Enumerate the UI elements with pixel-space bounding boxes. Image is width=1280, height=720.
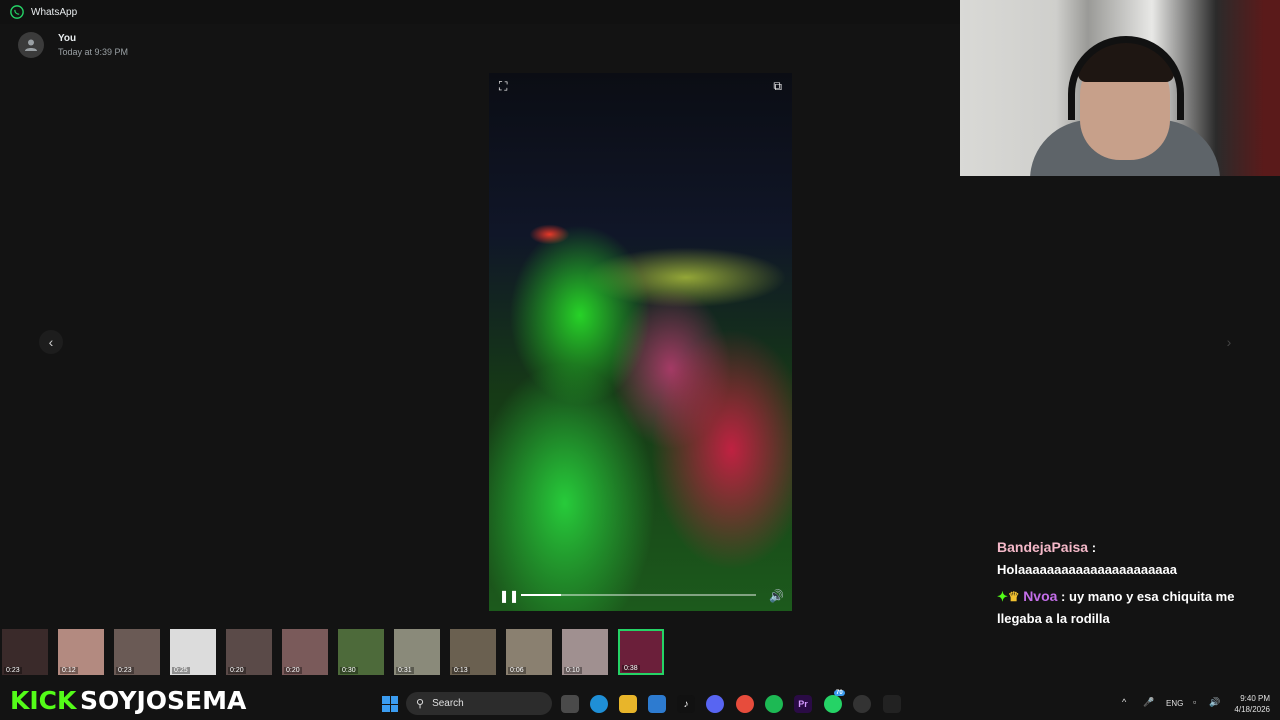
whatsapp-taskbar-icon[interactable]: 70 <box>824 690 845 713</box>
thumbnail-duration: 0:23 <box>116 667 134 674</box>
media-thumbnail[interactable]: 0:31 <box>394 629 440 675</box>
media-thumbnail[interactable]: 0:06 <box>506 629 552 675</box>
headset-icon <box>1068 36 1184 120</box>
media-thumbnail[interactable]: 0:20 <box>282 629 328 675</box>
thumbnail-duration: 0:31 <box>396 667 414 674</box>
chat-separator: : <box>1091 540 1097 555</box>
file-explorer-icon[interactable] <box>619 695 637 713</box>
media-thumbnail[interactable]: 0:30 <box>338 629 384 675</box>
whatsapp-icon <box>10 5 24 19</box>
chevron-right-icon: › <box>1226 334 1232 350</box>
notification-badge: 70 <box>834 690 845 696</box>
fullscreen-icon[interactable]: ⛶ <box>499 79 507 94</box>
language-indicator[interactable]: ENG <box>1166 699 1183 708</box>
media-thumbnail[interactable]: 0:10 <box>562 629 608 675</box>
media-thumbnail[interactable]: 0:20 <box>226 629 272 675</box>
thumbnail-duration: 0:38 <box>622 665 640 672</box>
chat-username: BandejaPaisa <box>997 539 1089 555</box>
windows-start-icon[interactable] <box>382 696 398 712</box>
chat-badge-icon: ✦ <box>997 589 1008 604</box>
previous-media-button[interactable]: ‹ <box>39 330 63 354</box>
speaker-icon[interactable]: 🔊 <box>1209 697 1220 708</box>
store-icon[interactable] <box>648 695 666 713</box>
webcam-overlay <box>960 0 1280 176</box>
chrome-icon[interactable] <box>736 695 754 713</box>
discord-icon[interactable] <box>706 695 724 713</box>
search-icon: ⚲ <box>416 698 425 710</box>
thumbnail-duration: 0:20 <box>228 667 246 674</box>
terminal-icon[interactable] <box>883 695 901 713</box>
chat-message: BandejaPaisa : Holaaaaaaaaaaaaaaaaaaaaaa <box>997 536 1267 581</box>
message-timestamp: Today at 9:39 PM <box>58 47 129 57</box>
network-icon[interactable]: ▫ <box>1193 697 1196 707</box>
search-label: Search <box>432 698 464 709</box>
sender-info: You Today at 9:39 PM <box>18 32 128 58</box>
thumbnail-duration: 0:12 <box>60 667 78 674</box>
subscriber-badge-icon: ♛ <box>1007 589 1020 604</box>
thumbnail-duration: 0:13 <box>452 667 470 674</box>
taskbar <box>0 688 1280 720</box>
seek-progress <box>521 594 561 596</box>
seek-bar[interactable] <box>521 594 756 596</box>
media-thumbnail-strip: 0:23 0:12 0:23 0:25 0:20 0:20 0:30 0:31 0:13 0:06… <box>0 629 670 677</box>
chat-text: Holaaaaaaaaaaaaaaaaaaaaaa <box>997 562 1178 577</box>
microphone-icon[interactable]: 🎤 <box>1143 697 1154 708</box>
pause-icon[interactable]: ❚❚ <box>499 589 519 603</box>
taskbar-search[interactable]: ⚲ Search <box>406 692 552 715</box>
chat-separator: : <box>1061 589 1066 604</box>
next-media-button[interactable]: › <box>1217 330 1241 354</box>
media-thumbnail[interactable]: 0:23 <box>2 629 48 675</box>
media-thumbnail[interactable]: 0:25 <box>170 629 216 675</box>
premiere-icon[interactable]: Pr <box>794 695 812 713</box>
edge-icon[interactable] <box>590 695 608 713</box>
thumbnail-duration: 0:23 <box>4 667 22 674</box>
tiktok-icon[interactable]: ♪ <box>677 695 695 713</box>
clock-time: 9:40 PM <box>1240 694 1270 703</box>
task-view-icon[interactable] <box>561 695 579 713</box>
chat-username: Nvoa <box>1023 588 1058 604</box>
media-thumbnail[interactable]: 0:38 <box>618 629 664 675</box>
picture-in-picture-icon[interactable]: ⧉ <box>773 79 782 94</box>
window-title: WhatsApp <box>31 6 78 18</box>
sender-name: You <box>58 33 77 44</box>
clock-date: 4/18/2026 <box>1234 705 1270 714</box>
system-clock[interactable]: 9:40 PM 4/18/2026 <box>1226 693 1270 715</box>
chat-message: ✦♛ Nvoa : uy mano y esa chiquita me lleg… <box>997 585 1267 630</box>
chevron-left-icon: ‹ <box>48 334 54 350</box>
user-icon <box>25 39 37 51</box>
media-thumbnail[interactable]: 0:13 <box>450 629 496 675</box>
volume-icon[interactable]: 🔊 <box>769 589 784 603</box>
video-player[interactable]: ⛶ ⧉ ❚❚ 🔊 <box>489 73 792 611</box>
thumbnail-duration: 0:25 <box>172 667 190 674</box>
media-thumbnail[interactable]: 0:23 <box>114 629 160 675</box>
avatar <box>18 32 44 58</box>
spotify-icon[interactable] <box>765 695 783 713</box>
thumbnail-duration: 0:20 <box>284 667 302 674</box>
chevron-up-icon[interactable]: ^ <box>1122 697 1126 707</box>
thumbnail-duration: 0:06 <box>508 667 526 674</box>
thumbnail-duration: 0:10 <box>564 667 582 674</box>
thumbnail-duration: 0:30 <box>340 667 358 674</box>
obs-icon[interactable] <box>853 695 871 713</box>
stream-chat: BandejaPaisa : Holaaaaaaaaaaaaaaaaaaaaaa… <box>997 536 1267 630</box>
media-thumbnail[interactable]: 0:12 <box>58 629 104 675</box>
title-bar: WhatsApp <box>0 0 960 24</box>
